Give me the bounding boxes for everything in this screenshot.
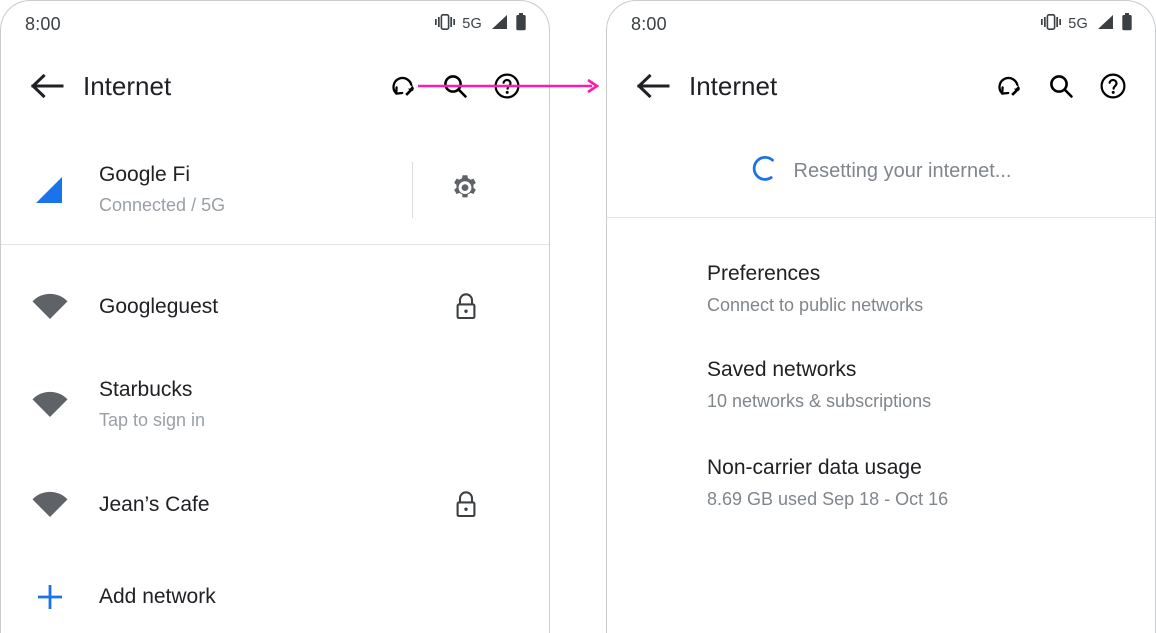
lock-icon — [449, 486, 483, 524]
list-item-carrier[interactable]: Google Fi Connected / 5G — [1, 147, 549, 233]
list-item-title: Saved networks — [707, 358, 857, 381]
app-bar: Internet — [1, 47, 549, 125]
network-text: Jean’s Cafe — [99, 492, 449, 518]
signal-icon — [489, 14, 508, 35]
reset-progress-text: Resetting your internet... — [793, 159, 1012, 182]
status-bar-time: 8:00 — [631, 13, 667, 34]
app-bar: Internet — [607, 47, 1155, 125]
list-item-network[interactable]: Jean’s Cafe — [1, 479, 549, 531]
carrier-text: Google Fi Connected / 5G — [99, 162, 412, 218]
phone-screen-network-list: 8:00 5G Internet Google Fi Connected / 5… — [0, 0, 550, 633]
list-item-preferences[interactable]: Preferences Connect to public networks — [607, 261, 1155, 318]
status-bar-icons: 5G — [1041, 12, 1133, 36]
list-item-title: Preferences — [707, 262, 821, 285]
help-icon[interactable] — [481, 62, 533, 110]
list-item-title: Starbucks — [99, 378, 193, 402]
wifi-icon — [27, 284, 73, 330]
vibrate-icon — [435, 13, 456, 35]
add-network-text: Add network — [99, 584, 529, 610]
vibrate-icon — [1041, 13, 1062, 35]
search-icon[interactable] — [1035, 62, 1087, 110]
row-divider — [412, 162, 413, 218]
list-item-title: Non-carrier data usage — [707, 456, 922, 479]
add-network-button[interactable]: Add network — [1, 571, 549, 623]
list-item-title: Googleguest — [99, 294, 219, 318]
plus-icon — [27, 574, 73, 620]
list-item-data-usage[interactable]: Non-carrier data usage 8.69 GB used Sep … — [607, 455, 1155, 512]
section-divider — [1, 244, 549, 245]
carrier-trailing — [412, 162, 529, 218]
loading-spinner-icon — [751, 154, 781, 189]
list-item-subtitle: Tap to sign in — [99, 410, 206, 431]
reset-connectivity-icon[interactable] — [983, 62, 1035, 110]
network-type-label: 5G — [462, 16, 482, 32]
screenshot-canvas: 8:00 5G Internet Google Fi Connected / 5… — [0, 0, 1156, 633]
network-trailing — [449, 288, 529, 326]
list-item-subtitle: 8.69 GB used Sep 18 - Oct 16 — [707, 489, 949, 510]
list-item-network[interactable]: Googleguest — [1, 281, 549, 333]
reset-progress-banner: Resetting your internet... — [607, 125, 1155, 217]
list-item-saved-networks[interactable]: Saved networks 10 networks & subscriptio… — [607, 357, 1155, 414]
status-bar-time: 8:00 — [25, 13, 61, 34]
page-title: Internet — [83, 70, 172, 101]
list-item-title: Jean’s Cafe — [99, 492, 210, 516]
reset-progress-inner: Resetting your internet... — [751, 154, 1012, 189]
reset-connectivity-icon[interactable] — [377, 62, 429, 110]
status-bar: 8:00 5G — [1, 1, 549, 47]
list-item-network[interactable]: Starbucks Tap to sign in — [1, 369, 549, 441]
list-item-subtitle: 10 networks & subscriptions — [707, 391, 932, 412]
battery-icon — [1121, 12, 1133, 36]
status-bar-icons: 5G — [435, 12, 527, 36]
phone-screen-resetting: 8:00 5G Internet Resetting your internet… — [606, 0, 1156, 633]
battery-icon — [515, 12, 527, 36]
back-arrow-icon[interactable] — [629, 62, 677, 110]
page-title: Internet — [689, 70, 778, 101]
status-bar: 8:00 5G — [607, 1, 1155, 47]
lock-icon — [449, 288, 483, 326]
gear-icon[interactable] — [441, 166, 489, 214]
list-item-subtitle: Connect to public networks — [707, 295, 924, 316]
network-text: Googleguest — [99, 294, 449, 320]
section-divider — [607, 217, 1155, 218]
list-item-title: Add network — [99, 584, 216, 608]
signal-icon — [1095, 14, 1114, 35]
mobile-signal-icon — [27, 167, 73, 213]
back-arrow-icon[interactable] — [23, 62, 71, 110]
help-icon[interactable] — [1087, 62, 1139, 110]
network-trailing — [449, 486, 529, 524]
list-item-title: Google Fi — [99, 163, 191, 187]
list-item-subtitle: Connected / 5G — [99, 195, 226, 216]
search-icon[interactable] — [429, 62, 481, 110]
network-text: Starbucks Tap to sign in — [99, 377, 529, 433]
network-type-label: 5G — [1068, 16, 1088, 32]
wifi-icon — [27, 482, 73, 528]
wifi-icon — [27, 382, 73, 428]
